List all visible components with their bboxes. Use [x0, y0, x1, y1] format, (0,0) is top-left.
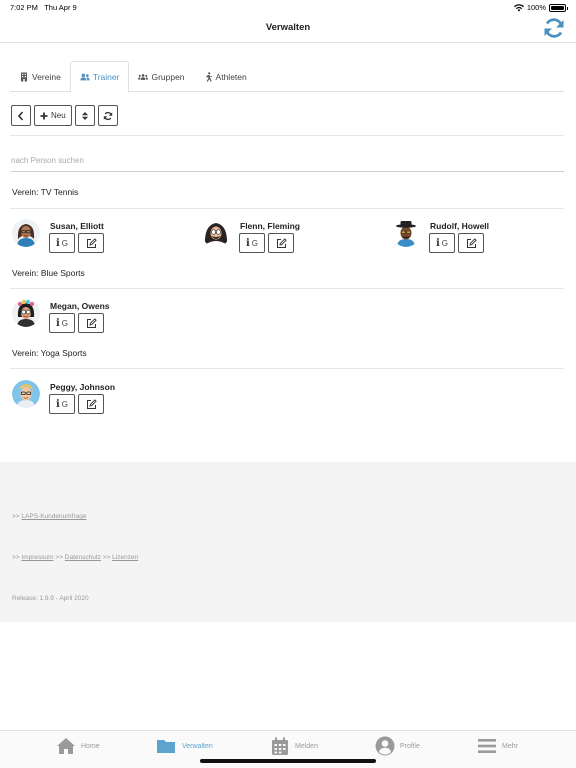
users-icon: [80, 73, 90, 81]
sync-icon[interactable]: [542, 16, 566, 40]
navigation-bar: Verwalten: [0, 14, 576, 43]
avatar: [392, 219, 420, 247]
tabbar-item-verwalten[interactable]: Verwalten: [155, 736, 213, 756]
tab-trainer[interactable]: Trainer: [69, 61, 130, 93]
refresh-icon: [103, 111, 112, 120]
impressum-link[interactable]: Impressum: [21, 554, 53, 561]
datenschutz-link[interactable]: Datenschutz: [65, 554, 101, 561]
calendar-icon: [272, 737, 288, 755]
search-input[interactable]: [11, 150, 564, 172]
avatar: [202, 219, 230, 247]
tab-vereine-label: Vereine: [32, 71, 61, 82]
person-card: Peggy, Johnson iG: [12, 379, 192, 419]
edit-button[interactable]: [268, 233, 294, 253]
divider: [10, 368, 564, 369]
info-icon: i: [55, 317, 60, 329]
bottom-tab-bar: Home Verwalten Melden Profile Mehr: [0, 730, 576, 768]
person-card: Megan, Owens iG: [12, 298, 192, 338]
battery-percent: 100%: [526, 3, 546, 12]
status-bar: 7:02 PM Thu Apr 9 100%: [0, 0, 576, 14]
lizenzen-link[interactable]: Lizenzen: [112, 554, 138, 561]
edit-icon: [86, 398, 97, 409]
tabbar-item-mehr[interactable]: Mehr: [477, 736, 518, 756]
info-group-button[interactable]: iG: [49, 394, 75, 414]
edit-button[interactable]: [78, 233, 104, 253]
person-name: Megan, Owens: [50, 301, 110, 311]
tab-athleten[interactable]: Athleten: [194, 61, 256, 92]
info-icon: i: [245, 237, 250, 249]
folder-icon: [157, 740, 175, 753]
status-time: 7:02 PM Thu Apr 9: [10, 3, 77, 12]
divider: [10, 208, 564, 209]
home-icon: [57, 738, 75, 754]
toolbar: Neu: [11, 105, 118, 126]
tabbar-label-home: Home: [81, 742, 100, 750]
info-group-button[interactable]: iG: [239, 233, 265, 253]
new-button[interactable]: Neu: [34, 105, 72, 126]
chevron-left-icon: [17, 110, 24, 121]
tabbar-label-profile: Profile: [400, 742, 420, 750]
edit-button[interactable]: [78, 394, 104, 414]
person-card: Rudolf, Howell iG: [392, 218, 572, 258]
footer: >> LAPS-Kundenumfrage >> Impressum >> Da…: [0, 462, 576, 622]
tab-gruppen-label: Gruppen: [151, 71, 185, 82]
divider: [10, 288, 564, 289]
person-name: Rudolf, Howell: [430, 221, 490, 231]
sort-icon: [81, 111, 88, 120]
person-card: Flenn, Fleming iG: [202, 218, 382, 258]
info-group-button[interactable]: iG: [49, 313, 75, 333]
club-heading: Verein: TV Tennis: [12, 187, 79, 197]
plus-icon: [40, 112, 48, 119]
tabbar-label-melden: Melden: [295, 742, 318, 750]
tabbar-item-home[interactable]: Home: [56, 736, 100, 756]
club-heading: Verein: Yoga Sports: [12, 348, 87, 358]
tabbar-item-profile[interactable]: Profile: [375, 736, 420, 756]
survey-link[interactable]: LAPS-Kundenumfrage: [21, 513, 86, 520]
battery-icon: [549, 3, 568, 12]
release-info: Release: 1.9.9 - April 2020: [12, 595, 89, 602]
info-icon: i: [435, 237, 440, 249]
edit-icon: [466, 237, 477, 248]
person-name: Flenn, Fleming: [240, 221, 300, 231]
legal-links-row: >> Impressum >> Datenschutz >> Lizenzen: [12, 554, 139, 561]
avatar: [12, 380, 40, 408]
info-group-button[interactable]: iG: [49, 233, 75, 253]
tabbar-label-mehr: Mehr: [502, 742, 518, 750]
section-tabs: Vereine Trainer Gruppen Athleten: [10, 61, 564, 93]
info-icon: i: [55, 398, 60, 410]
tab-trainer-label: Trainer: [92, 72, 120, 82]
avatar: [12, 299, 40, 327]
tab-gruppen[interactable]: Gruppen: [129, 61, 193, 92]
sort-button[interactable]: [74, 105, 95, 126]
back-button[interactable]: [11, 105, 31, 126]
home-indicator: [200, 759, 376, 763]
divider: [10, 135, 564, 136]
menu-icon: [478, 739, 496, 753]
survey-link-row: >> LAPS-Kundenumfrage: [12, 513, 87, 520]
edit-icon: [276, 237, 287, 248]
edit-button[interactable]: [78, 313, 104, 333]
new-button-label: Neu: [51, 111, 66, 120]
info-group-button[interactable]: iG: [429, 233, 455, 253]
wifi-icon: [513, 3, 524, 11]
person-name: Susan, Elliott: [50, 221, 104, 231]
edit-icon: [86, 237, 97, 248]
page-title: Verwalten: [265, 22, 311, 33]
edit-button[interactable]: [458, 233, 484, 253]
tabbar-item-melden[interactable]: Melden: [270, 736, 318, 756]
person-card: Susan, Elliott iG: [12, 218, 192, 258]
group-icon: [138, 73, 149, 80]
person-name: Peggy, Johnson: [50, 382, 116, 392]
user-circle-icon: [375, 736, 395, 756]
running-icon: [205, 71, 212, 82]
building-icon: [21, 72, 27, 81]
reload-button[interactable]: [97, 105, 118, 126]
info-icon: i: [55, 237, 60, 249]
tabbar-label-verwalten: Verwalten: [182, 742, 213, 750]
edit-icon: [86, 317, 97, 328]
tab-vereine[interactable]: Vereine: [10, 61, 70, 92]
avatar: [12, 219, 40, 247]
club-heading: Verein: Blue Sports: [12, 268, 85, 278]
tab-athleten-label: Athleten: [215, 71, 247, 82]
